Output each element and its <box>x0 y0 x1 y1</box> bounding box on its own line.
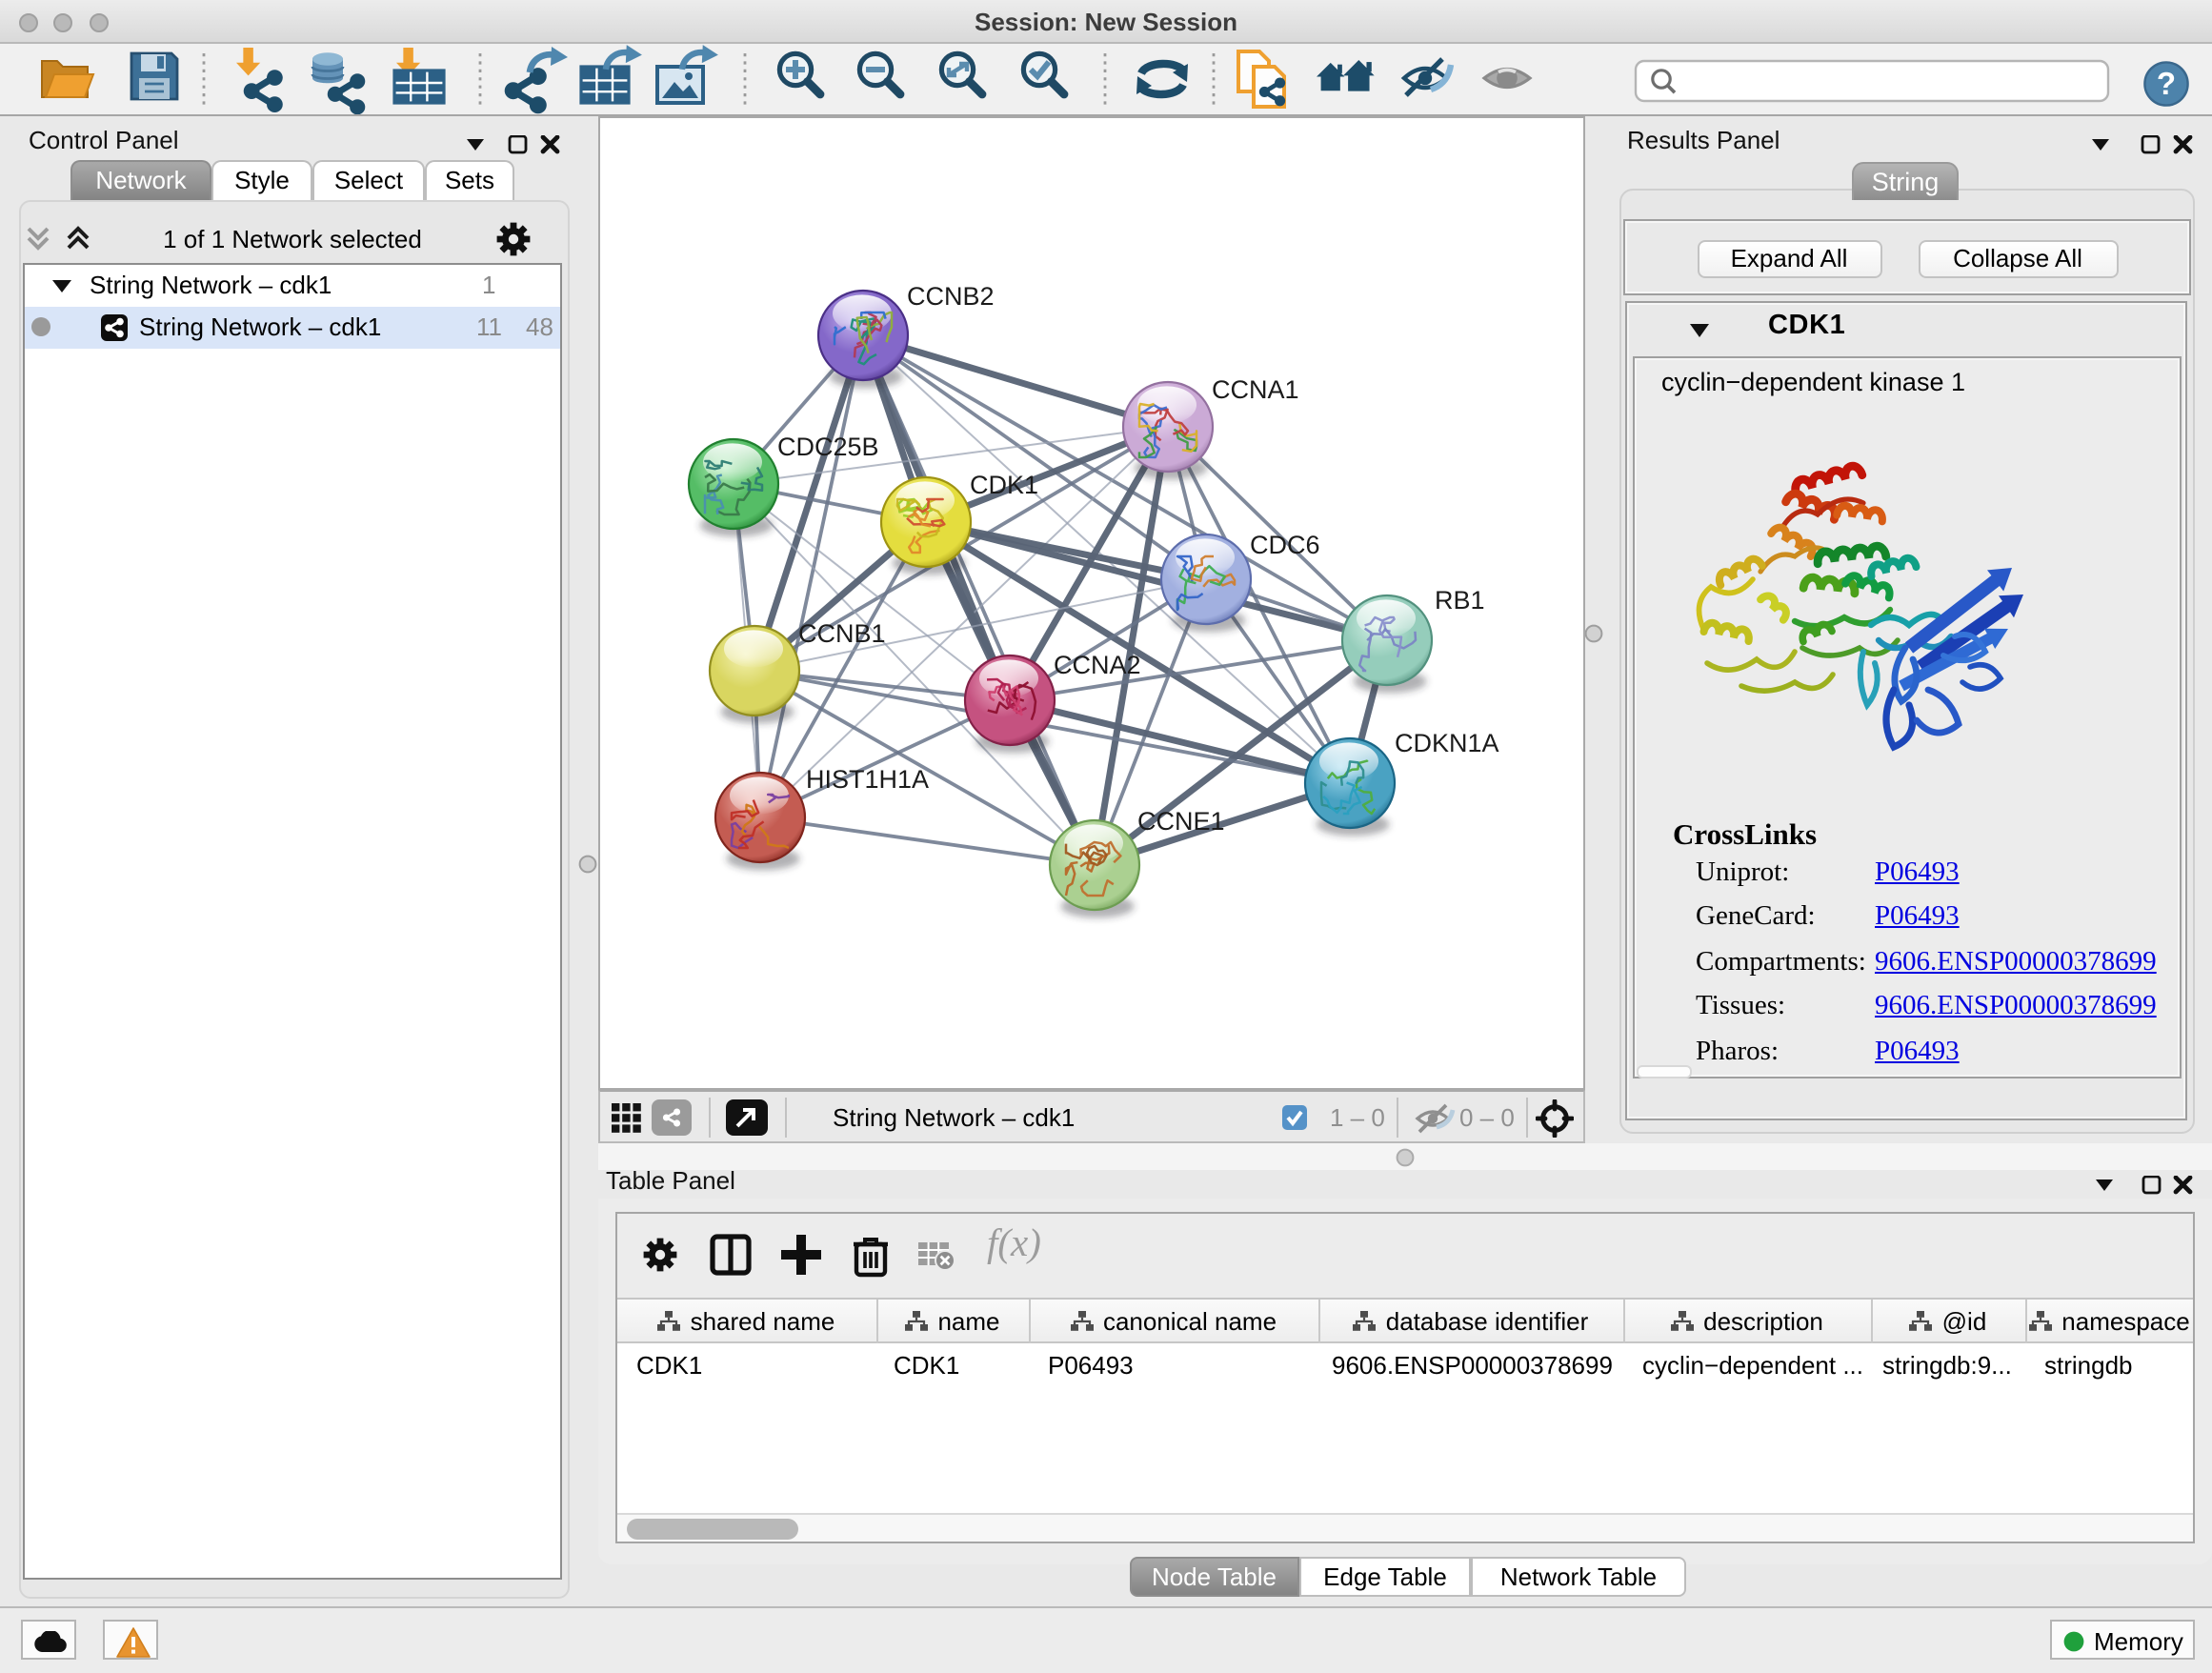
svg-text:CCNA2: CCNA2 <box>1054 651 1141 679</box>
svg-text:CDK1: CDK1 <box>970 471 1038 499</box>
svg-text:RB1: RB1 <box>1435 586 1485 615</box>
svg-text:CDC6: CDC6 <box>1250 531 1320 559</box>
svg-text:CDKN1A: CDKN1A <box>1395 729 1499 757</box>
svg-text:CDC25B: CDC25B <box>777 433 879 461</box>
svg-text:HIST1H1A: HIST1H1A <box>806 765 929 794</box>
svg-text:CCNB2: CCNB2 <box>907 282 995 311</box>
svg-text:?: ? <box>2157 66 2176 101</box>
svg-text:CCNA1: CCNA1 <box>1212 375 1299 404</box>
svg-text:CCNE1: CCNE1 <box>1137 807 1225 836</box>
svg-text:CCNB1: CCNB1 <box>798 619 886 648</box>
